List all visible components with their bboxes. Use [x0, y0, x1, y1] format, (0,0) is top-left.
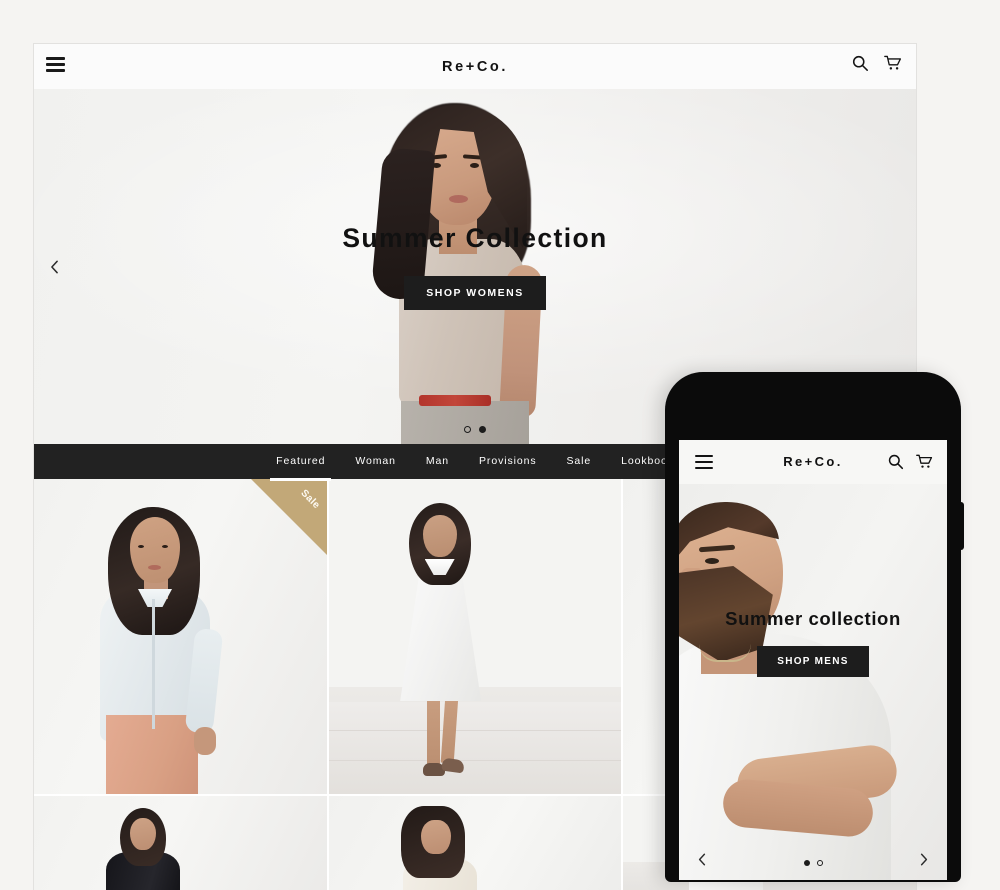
hero-dot-1[interactable]	[464, 426, 471, 433]
phone-screen: Re+Co. Summer collection SHOP MENS	[679, 440, 947, 880]
phone-hero-overlay: Summer collection SHOP MENS	[679, 608, 947, 677]
phone-dot-2[interactable]	[816, 860, 823, 866]
chevron-left-icon[interactable]	[44, 257, 64, 277]
cart-icon[interactable]	[916, 453, 933, 470]
product-card[interactable]	[328, 796, 622, 890]
hero-dot-2[interactable]	[479, 426, 486, 433]
product-photo	[34, 479, 327, 794]
nav-item-man[interactable]: Man	[411, 444, 464, 479]
phone-mockup: Re+Co. Summer collection SHOP MENS	[665, 372, 964, 882]
nav-item-provisions[interactable]: Provisions	[464, 444, 551, 479]
nav-item-sale[interactable]: Sale	[551, 444, 606, 479]
phone-hero-slider: Summer collection SHOP MENS	[679, 484, 947, 880]
phone-hero-title: Summer collection	[725, 608, 901, 629]
product-card[interactable]: Sale	[34, 479, 327, 794]
product-card[interactable]	[34, 796, 327, 890]
product-photo	[328, 479, 622, 794]
phone-dot-1[interactable]	[803, 860, 810, 866]
product-photo	[328, 796, 622, 890]
phone-power-button[interactable]	[960, 502, 964, 550]
product-photo	[34, 796, 327, 890]
shop-womens-button[interactable]: SHOP WOMENS	[404, 276, 546, 310]
phone-site-header: Re+Co.	[679, 440, 947, 484]
search-icon[interactable]	[887, 453, 904, 470]
header-actions	[851, 54, 902, 72]
hero-title: Summer Collection	[342, 223, 608, 253]
phone-header-actions	[887, 453, 933, 470]
search-icon[interactable]	[851, 54, 869, 72]
mockup-stage: Re+Co. Summer Collection SHOP WOMENS Fea…	[0, 0, 1000, 890]
site-logo[interactable]: Re+Co.	[34, 59, 916, 75]
product-card[interactable]	[328, 479, 622, 794]
cart-icon[interactable]	[884, 54, 902, 72]
phone-slider-dots	[679, 860, 947, 866]
nav-item-woman[interactable]: Woman	[340, 444, 411, 479]
nav-item-featured[interactable]: Featured	[261, 444, 340, 481]
desktop-site-header: Re+Co.	[34, 44, 916, 89]
shop-mens-button[interactable]: SHOP MENS	[757, 646, 869, 677]
